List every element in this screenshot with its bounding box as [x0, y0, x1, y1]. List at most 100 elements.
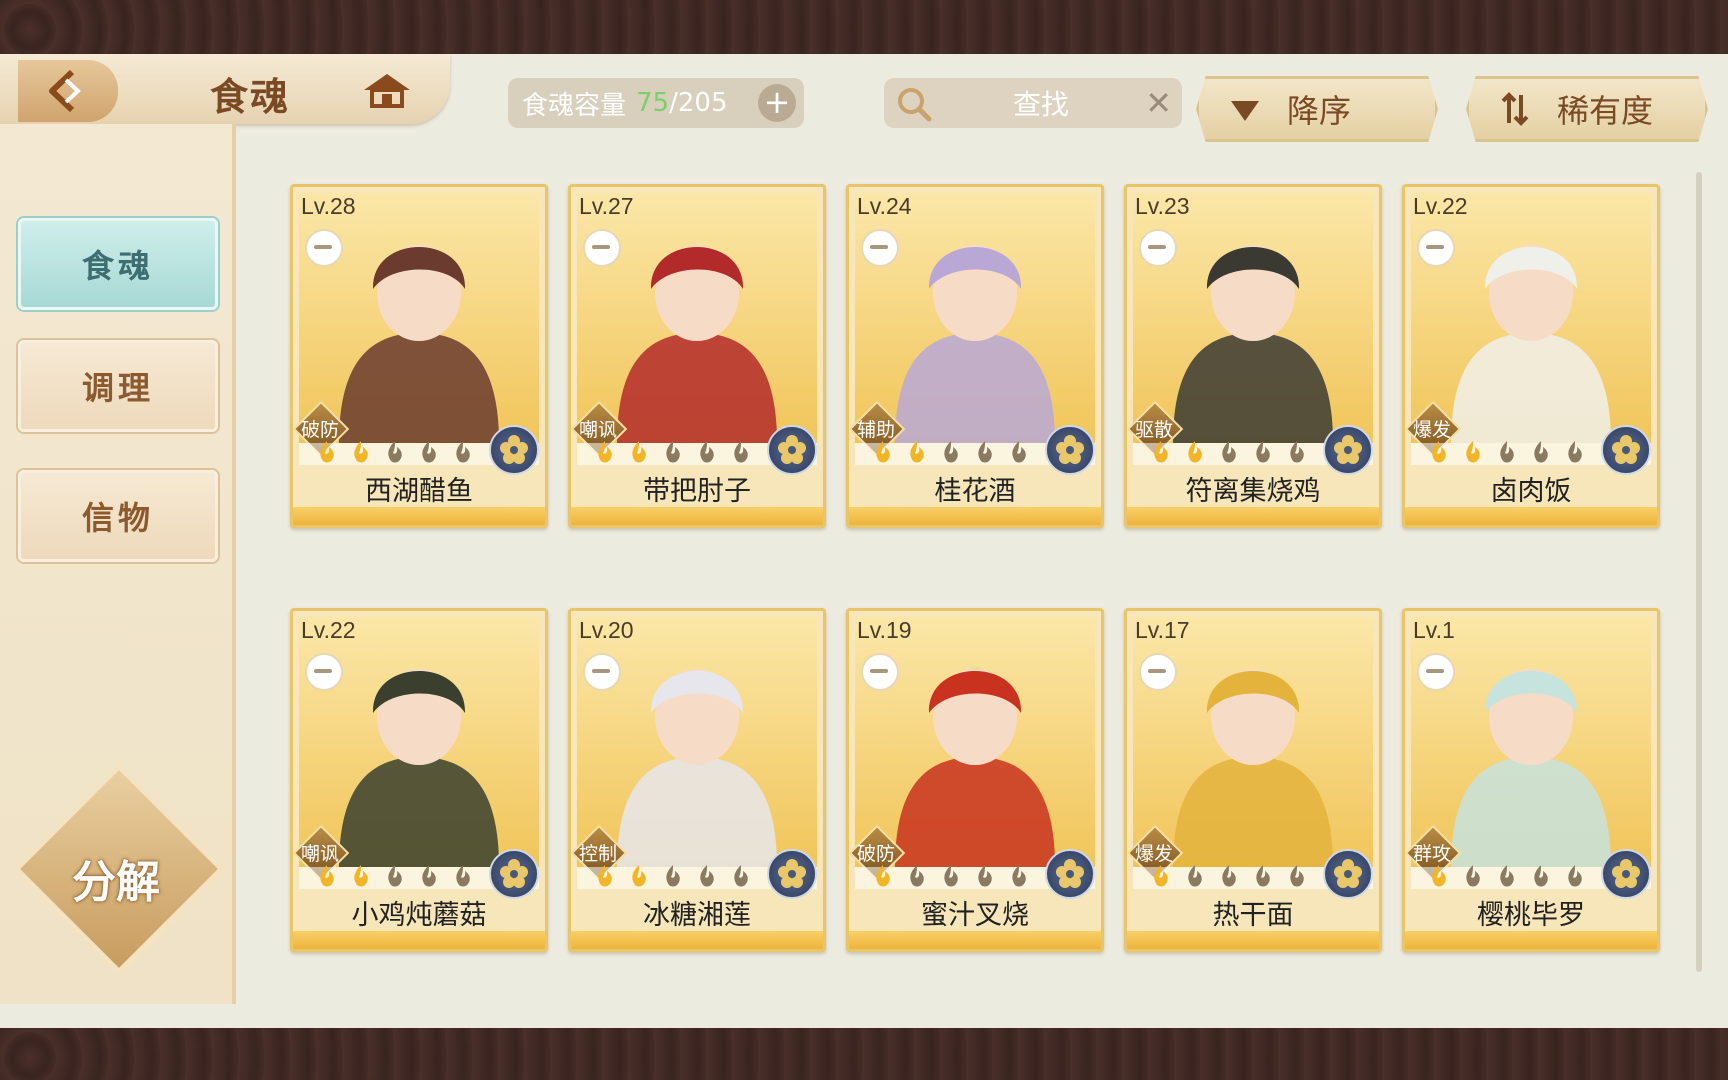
lock-toggle-icon[interactable] [583, 653, 621, 691]
search-box: ✕ [884, 78, 1182, 128]
level-label: Lv.17 [1135, 617, 1190, 643]
character-name: 冰糖湘莲 [643, 900, 751, 931]
scrollbar[interactable] [1696, 172, 1702, 972]
food-soul-card[interactable]: Lv.20 控制 冰糖湘莲 [568, 608, 826, 952]
card-footer [849, 931, 1101, 949]
star-lit-icon [1149, 439, 1173, 465]
level-label: Lv.22 [1413, 193, 1468, 219]
star-unlit-icon [1217, 863, 1241, 889]
star-unlit-icon [939, 863, 963, 889]
star-unlit-icon [1007, 863, 1031, 889]
flower-emblem-icon [1601, 849, 1651, 899]
sort-by-button[interactable]: 稀有度 [1466, 76, 1708, 142]
star-unlit-icon [1285, 863, 1309, 889]
star-unlit-icon [451, 863, 475, 889]
star-unlit-icon [1217, 439, 1241, 465]
star-unlit-icon [417, 863, 441, 889]
level-label: Lv.23 [1135, 193, 1190, 219]
lock-toggle-icon[interactable] [583, 229, 621, 267]
triangle-down-icon [1231, 101, 1259, 121]
decompose-label: 分解 [72, 857, 160, 908]
food-soul-card[interactable]: Lv.27 嘲讽 带把肘子 [568, 184, 826, 528]
sort-order-button[interactable]: 降序 [1196, 76, 1438, 142]
food-soul-card[interactable]: Lv.1 群攻 樱桃毕罗 [1402, 608, 1660, 952]
star-unlit-icon [451, 439, 475, 465]
star-unlit-icon [1007, 439, 1031, 465]
star-unlit-icon [973, 863, 997, 889]
role-label: 控制 [578, 843, 617, 865]
star-lit-icon [871, 863, 895, 889]
lock-toggle-icon[interactable] [861, 229, 899, 267]
top-bar: 食魂 食魂容量 75 /205 + ✕ 降序 [0, 54, 1728, 142]
level-label: Lv.19 [857, 617, 912, 643]
star-lit-icon [593, 863, 617, 889]
card-footer [571, 507, 823, 525]
star-lit-icon [1183, 439, 1207, 465]
search-input[interactable] [944, 83, 1138, 125]
level-label: Lv.27 [579, 193, 634, 219]
title-plate: 食魂 [0, 54, 450, 124]
flower-emblem-icon [1323, 849, 1373, 899]
lock-toggle-icon[interactable] [861, 653, 899, 691]
star-unlit-icon [1251, 863, 1275, 889]
star-lit-icon [593, 439, 617, 465]
role-label: 破防 [856, 843, 895, 865]
star-unlit-icon [1529, 439, 1553, 465]
star-lit-icon [905, 439, 929, 465]
star-lit-icon [349, 439, 373, 465]
lock-toggle-icon[interactable] [1417, 653, 1455, 691]
sidebar-tab-token[interactable]: 信物 [18, 470, 218, 562]
star-lit-icon [1427, 439, 1451, 465]
lock-toggle-icon[interactable] [1417, 229, 1455, 267]
character-name: 带把肘子 [643, 476, 751, 507]
lock-toggle-icon[interactable] [305, 653, 343, 691]
level-label: Lv.24 [857, 193, 912, 219]
card-footer [571, 931, 823, 949]
star-unlit-icon [1563, 439, 1587, 465]
star-unlit-icon [695, 439, 719, 465]
star-lit-icon [627, 439, 651, 465]
star-unlit-icon [661, 863, 685, 889]
character-name: 蜜汁叉烧 [921, 900, 1029, 931]
sidebar-tab-cooking[interactable]: 调理 [18, 340, 218, 432]
capacity-label: 食魂容量 [522, 90, 627, 121]
search-icon [898, 88, 932, 122]
sidebar-tab-food-soul[interactable]: 食魂 [18, 218, 218, 310]
pavilion-home-icon[interactable] [360, 68, 414, 112]
food-soul-card[interactable]: Lv.23 驱散 符离集烧鸡 [1124, 184, 1382, 528]
food-soul-card[interactable]: Lv.17 爆发 热干面 [1124, 608, 1382, 952]
lock-toggle-icon[interactable] [1139, 229, 1177, 267]
back-button[interactable] [18, 60, 118, 122]
food-soul-card[interactable]: Lv.24 辅助 桂花酒 [846, 184, 1104, 528]
character-name: 热干面 [1212, 900, 1294, 931]
star-lit-icon [1427, 863, 1451, 889]
flower-emblem-icon [767, 849, 817, 899]
flower-emblem-icon [489, 849, 539, 899]
card-footer [1127, 507, 1379, 525]
role-label: 爆发 [1134, 843, 1173, 865]
bottom-frame-border [0, 1028, 1728, 1080]
character-name: 西湖醋鱼 [365, 476, 473, 507]
food-soul-card[interactable]: Lv.28 破防 西湖醋鱼 [290, 184, 548, 528]
lock-toggle-icon[interactable] [305, 229, 343, 267]
sort-by-label: 稀有度 [1557, 92, 1654, 130]
food-soul-card[interactable]: Lv.22 爆发 卤肉饭 [1402, 184, 1660, 528]
food-soul-card[interactable]: Lv.22 嘲讽 小鸡炖蘑菇 [290, 608, 548, 952]
clear-search-icon[interactable]: ✕ [1145, 86, 1172, 120]
lock-toggle-icon[interactable] [1139, 653, 1177, 691]
top-frame-border [0, 0, 1728, 54]
star-unlit-icon [417, 439, 441, 465]
star-unlit-icon [383, 439, 407, 465]
character-name: 桂花酒 [934, 476, 1016, 507]
flower-emblem-icon [767, 425, 817, 475]
flower-emblem-icon [1601, 425, 1651, 475]
role-label: 群攻 [1412, 843, 1451, 865]
character-name: 小鸡炖蘑菇 [351, 900, 487, 931]
star-unlit-icon [383, 863, 407, 889]
star-unlit-icon [1495, 863, 1519, 889]
role-label: 破防 [300, 419, 339, 441]
food-soul-card[interactable]: Lv.19 破防 蜜汁叉烧 [846, 608, 1104, 952]
character-name: 符离集烧鸡 [1185, 476, 1321, 507]
card-footer [1405, 507, 1657, 525]
add-capacity-button[interactable]: + [758, 84, 796, 122]
